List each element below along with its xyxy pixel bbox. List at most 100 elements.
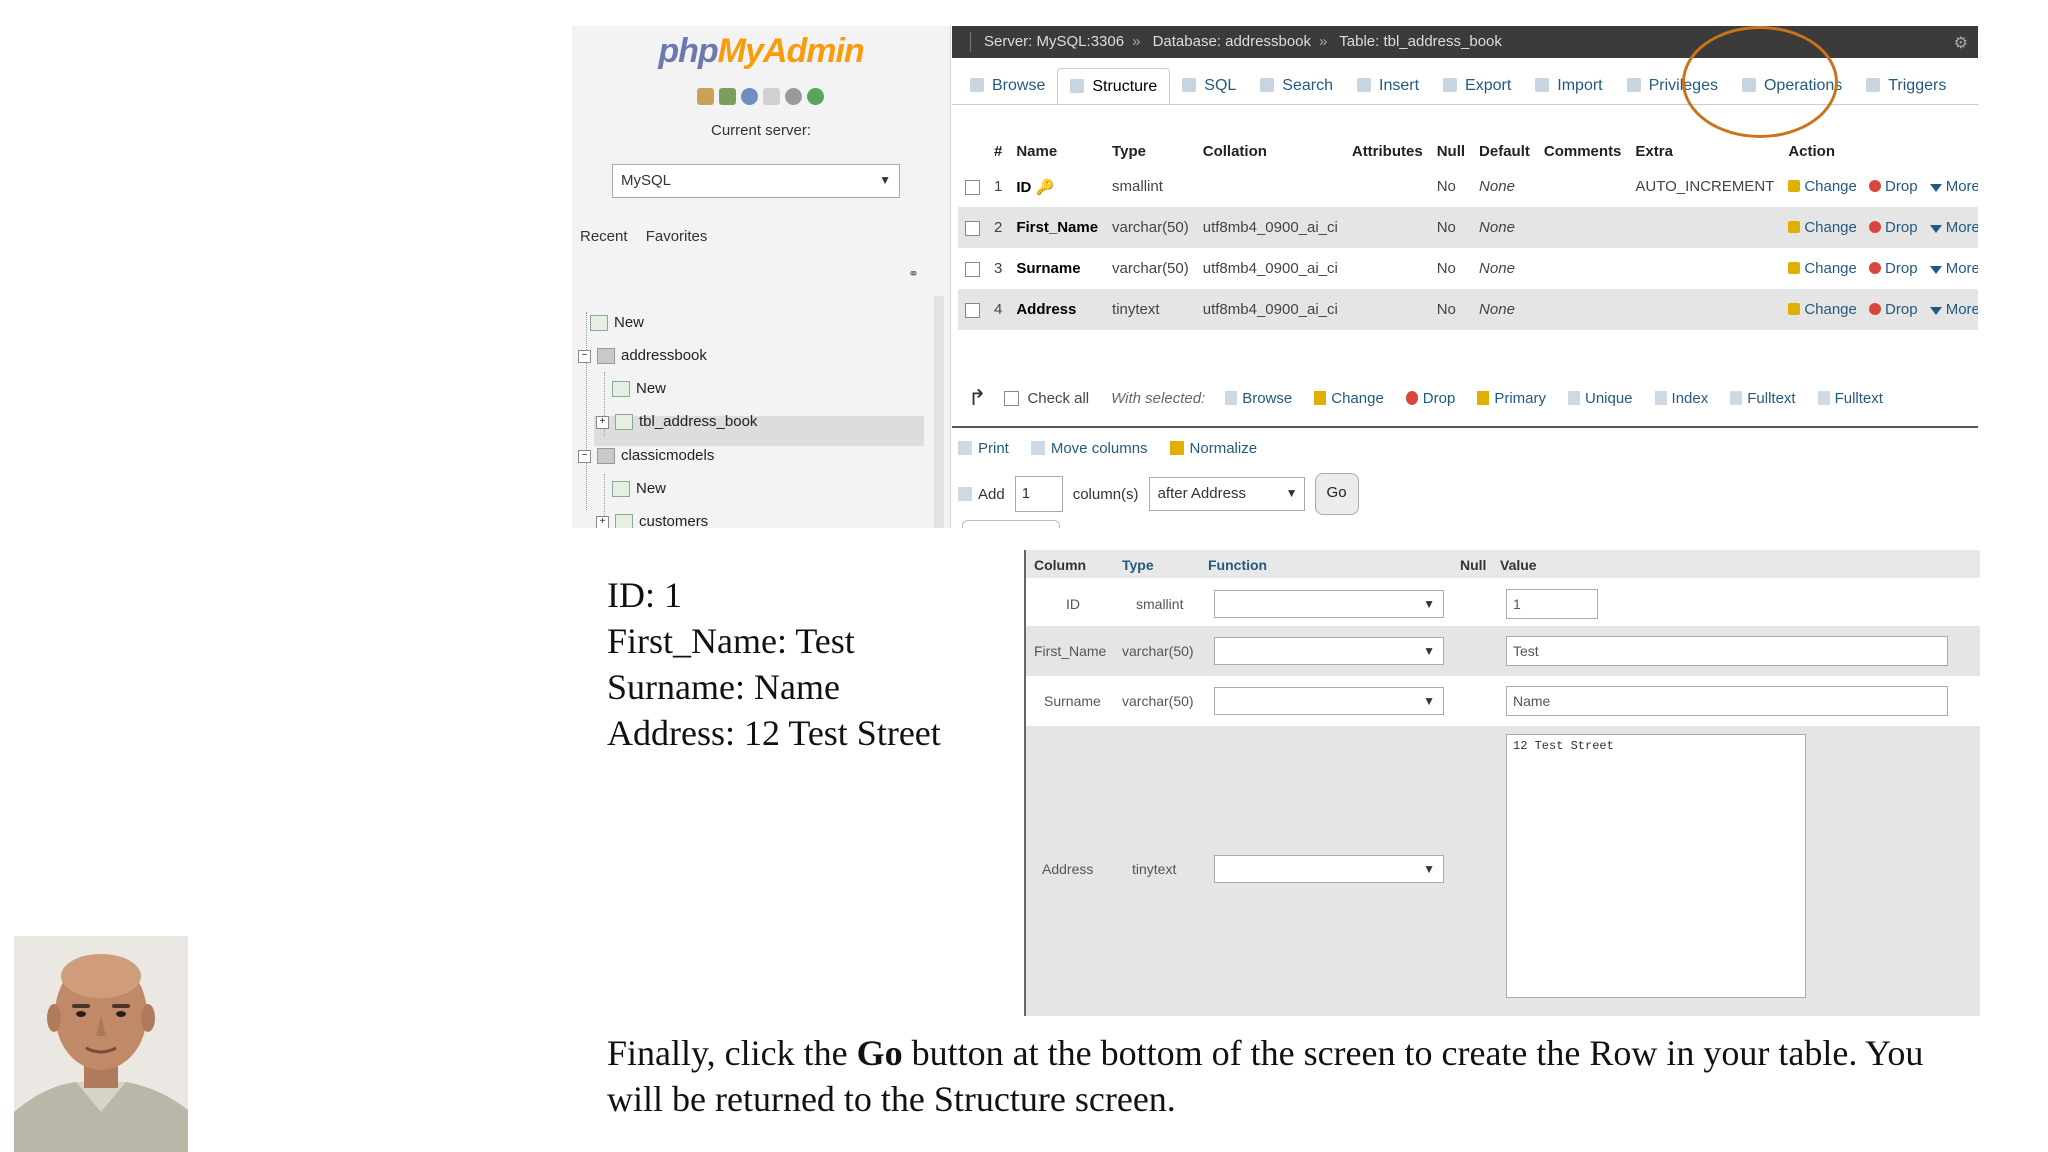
expand-icon[interactable]: + bbox=[596, 415, 609, 429]
more-dropdown[interactable]: More bbox=[1929, 219, 1978, 236]
link-with-main-icon[interactable]: ⚭ bbox=[908, 266, 919, 282]
phpmyadmin-logo[interactable]: phpMyAdmin bbox=[572, 32, 950, 71]
reload-icon[interactable] bbox=[807, 88, 824, 105]
more-dropdown[interactable]: More bbox=[1929, 178, 1978, 195]
phpmyadmin-screenshot: phpMyAdmin Current server: MySQL ▼ Recen… bbox=[572, 26, 1978, 528]
server-select[interactable]: MySQL ▼ bbox=[612, 164, 900, 198]
more-dropdown[interactable]: More bbox=[1929, 260, 1978, 277]
function-select[interactable]: ▼ bbox=[1214, 637, 1444, 665]
add-column-count-input[interactable]: 1 bbox=[1014, 476, 1063, 512]
help-icon[interactable] bbox=[741, 88, 758, 105]
col-header[interactable]: Default bbox=[1472, 136, 1537, 166]
presenter-portrait bbox=[14, 936, 188, 1152]
change-link[interactable]: Change bbox=[1788, 219, 1857, 236]
print-link[interactable]: Print bbox=[958, 440, 1009, 457]
tree-item-new[interactable]: New bbox=[590, 311, 644, 335]
tree-item-customers[interactable]: + customers bbox=[596, 510, 708, 528]
check-all[interactable]: Check all bbox=[1004, 390, 1089, 407]
field-value-surname: Surname: Name bbox=[607, 667, 840, 707]
normalize-link[interactable]: Normalize bbox=[1169, 440, 1257, 457]
function-select[interactable]: ▼ bbox=[1214, 855, 1444, 883]
change-link[interactable]: Change bbox=[1788, 301, 1857, 318]
drop-link[interactable]: Drop bbox=[1869, 178, 1918, 195]
bulk-index-button[interactable]: Index bbox=[1654, 390, 1708, 407]
value-textarea-address[interactable]: 12 Test Street bbox=[1506, 734, 1806, 998]
breadcrumb-server[interactable]: Server: MySQL:3306 bbox=[984, 33, 1124, 50]
docs-icon[interactable] bbox=[763, 88, 780, 105]
row-checkbox[interactable] bbox=[965, 261, 980, 277]
function-select[interactable]: ▼ bbox=[1214, 590, 1444, 618]
collapse-nav-toggle[interactable] bbox=[956, 32, 971, 52]
value-input-id[interactable]: 1 bbox=[1506, 589, 1598, 619]
bulk-change-button[interactable]: Change bbox=[1314, 390, 1384, 407]
home-icon[interactable] bbox=[697, 88, 714, 105]
nav-scrollbar[interactable] bbox=[934, 296, 944, 528]
row-checkbox[interactable] bbox=[965, 179, 980, 195]
breadcrumb-database[interactable]: Database: addressbook bbox=[1153, 33, 1311, 50]
logout-icon[interactable] bbox=[719, 88, 736, 105]
tab-search[interactable]: Search bbox=[1248, 68, 1345, 104]
columns-label: column(s) bbox=[1072, 485, 1139, 503]
drop-link[interactable]: Drop bbox=[1869, 219, 1918, 236]
gear-icon[interactable]: ⚙ bbox=[1954, 33, 1968, 53]
field-name[interactable]: First_Name bbox=[1016, 219, 1098, 236]
tree-item-new[interactable]: New bbox=[612, 377, 666, 401]
chevron-down-icon: ▼ bbox=[1423, 644, 1435, 658]
settings-icon[interactable] bbox=[785, 88, 802, 105]
col-header[interactable]: Comments bbox=[1537, 136, 1629, 166]
col-header[interactable]: Type bbox=[1105, 136, 1196, 166]
bulk-fulltext-button[interactable]: Fulltext bbox=[1730, 390, 1796, 407]
value-input-first-name[interactable]: Test bbox=[1506, 636, 1948, 666]
more-dropdown[interactable]: More bbox=[1929, 301, 1978, 318]
tab-favorites[interactable]: Favorites bbox=[646, 228, 708, 245]
col-header[interactable]: Null bbox=[1430, 136, 1472, 166]
field-name[interactable]: ID bbox=[1016, 179, 1031, 196]
bulk-primary-button[interactable]: Primary bbox=[1477, 390, 1546, 407]
table-header-row: # Name Type Collation Attributes Null De… bbox=[958, 136, 1978, 166]
go-button[interactable]: Go bbox=[1314, 473, 1359, 515]
drop-link[interactable]: Drop bbox=[1869, 301, 1918, 318]
tab-triggers[interactable]: Triggers bbox=[1854, 68, 1958, 104]
column-position-select[interactable]: after Address ▼ bbox=[1148, 477, 1305, 511]
tab-export[interactable]: Export bbox=[1431, 68, 1523, 104]
col-header[interactable]: Name bbox=[1009, 136, 1105, 166]
breadcrumb-table[interactable]: Table: tbl_address_book bbox=[1339, 33, 1502, 50]
bulk-browse-button[interactable]: Browse bbox=[1225, 390, 1292, 407]
move-columns-link[interactable]: Move columns bbox=[1030, 440, 1148, 457]
tab-sql[interactable]: SQL bbox=[1170, 68, 1248, 104]
tree-item-addressbook[interactable]: − addressbook bbox=[578, 344, 707, 368]
col-header[interactable]: Collation bbox=[1196, 136, 1345, 166]
tree-item-tbl-address-book[interactable]: + tbl_address_book bbox=[596, 410, 757, 434]
change-link[interactable]: Change bbox=[1788, 178, 1857, 195]
drop-icon bbox=[1869, 262, 1882, 274]
change-link[interactable]: Change bbox=[1788, 260, 1857, 277]
col-header[interactable]: Extra bbox=[1628, 136, 1781, 166]
check-all-checkbox[interactable] bbox=[1004, 391, 1020, 407]
normalize-icon bbox=[1169, 441, 1184, 455]
tab-recent[interactable]: Recent bbox=[580, 228, 628, 245]
field-name[interactable]: Surname bbox=[1016, 260, 1080, 277]
expand-icon[interactable]: + bbox=[596, 515, 609, 528]
col-header[interactable]: # bbox=[987, 136, 1009, 166]
collapse-icon[interactable]: − bbox=[578, 349, 591, 363]
tab-browse[interactable]: Browse bbox=[958, 68, 1057, 104]
field-name[interactable]: Address bbox=[1016, 301, 1076, 318]
bulk-unique-button[interactable]: Unique bbox=[1567, 390, 1633, 407]
col-header[interactable]: Attributes bbox=[1345, 136, 1430, 166]
tree-item-new[interactable]: New bbox=[612, 477, 666, 501]
row-checkbox[interactable] bbox=[965, 302, 980, 318]
bulk-drop-button[interactable]: Drop bbox=[1405, 390, 1455, 407]
value-input-surname[interactable]: Name bbox=[1506, 686, 1948, 716]
tab-insert[interactable]: Insert bbox=[1345, 68, 1431, 104]
drop-link[interactable]: Drop bbox=[1869, 260, 1918, 277]
row-checkbox[interactable] bbox=[965, 220, 980, 236]
tree-item-classicmodels[interactable]: − classicmodels bbox=[578, 444, 714, 468]
pencil-icon bbox=[1788, 262, 1801, 274]
import-icon bbox=[1535, 78, 1550, 92]
tab-import[interactable]: Import bbox=[1523, 68, 1614, 104]
tab-structure[interactable]: Structure bbox=[1057, 68, 1171, 104]
bulk-fulltext-button[interactable]: Fulltext bbox=[1817, 390, 1883, 407]
collapse-icon[interactable]: − bbox=[578, 449, 591, 463]
function-select[interactable]: ▼ bbox=[1214, 687, 1444, 715]
col-header: Null bbox=[1460, 557, 1487, 573]
